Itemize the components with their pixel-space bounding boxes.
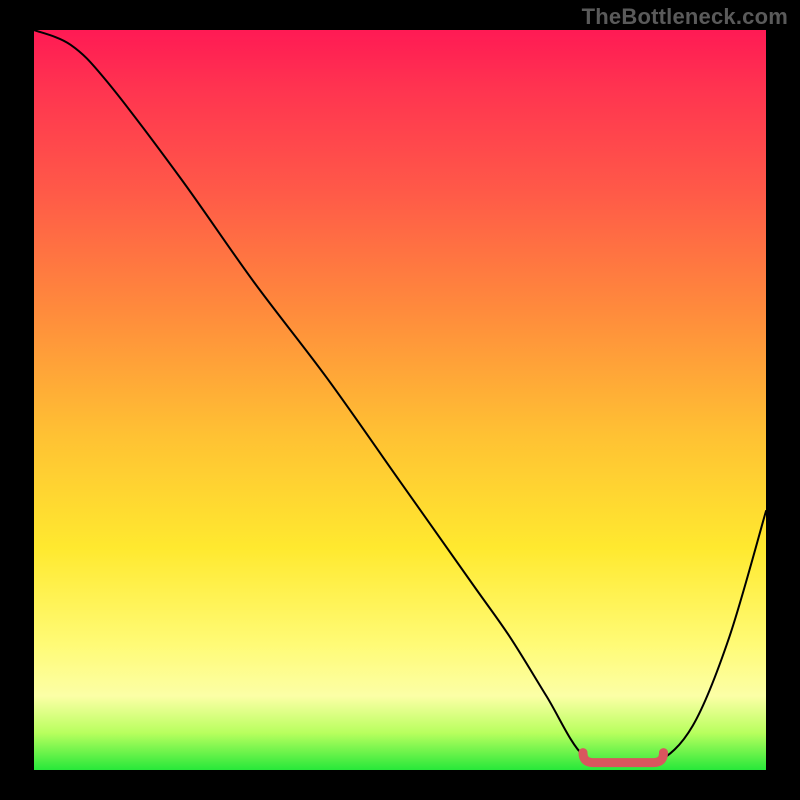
chart-stage: TheBottleneck.com (0, 0, 800, 800)
valley-marker (583, 753, 664, 763)
bottleneck-curve-svg (34, 30, 766, 770)
bottleneck-curve (34, 30, 766, 766)
plot-area (34, 30, 766, 770)
watermark-text: TheBottleneck.com (582, 4, 788, 30)
